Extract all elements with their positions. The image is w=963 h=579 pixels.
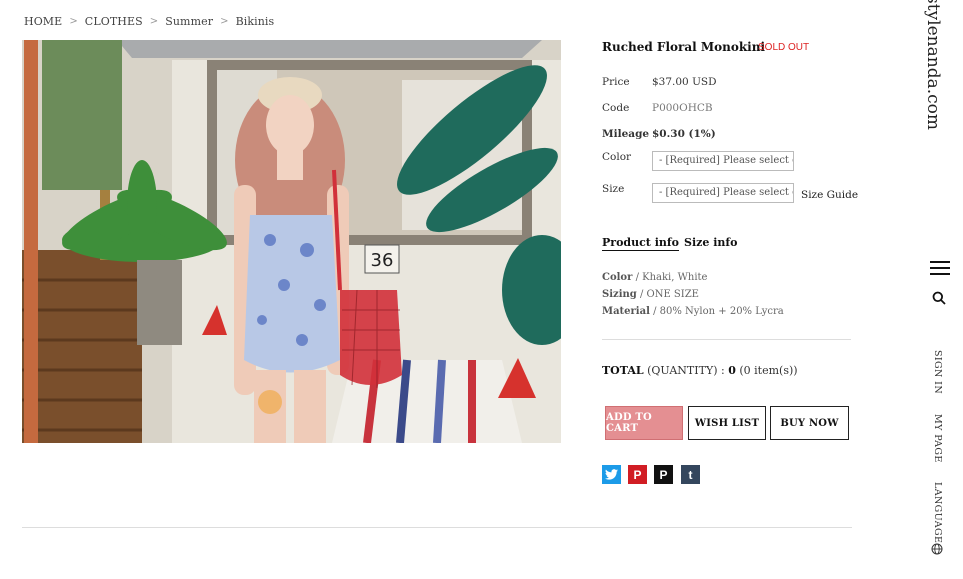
hamburger-menu-icon[interactable] — [930, 261, 950, 275]
color-select[interactable]: - [Required] Please select opt — [652, 151, 794, 171]
my-page-label: MY PAGE — [932, 414, 943, 463]
language-link[interactable]: LANGUAGE — [932, 482, 944, 552]
breadcrumb-summer[interactable]: Summer — [165, 15, 213, 28]
brand-logo[interactable]: stylenanda.com — [923, 0, 945, 130]
tumblr-icon[interactable]: t — [681, 465, 700, 484]
bottom-divider — [22, 527, 852, 528]
size-guide-link[interactable]: Size Guide — [801, 189, 858, 201]
buy-now-button[interactable]: BUY NOW — [770, 406, 849, 440]
info-color: Color / Khaki, White — [602, 272, 707, 283]
chevron-right-icon: > — [220, 16, 229, 27]
tab-product-info[interactable]: Product info — [602, 236, 679, 251]
total-items: (0 item(s)) — [739, 364, 798, 377]
info-sizing: Sizing / ONE SIZE — [602, 289, 699, 300]
price-label: Price — [602, 76, 630, 88]
product-photo[interactable]: 36 — [22, 40, 561, 443]
info-color-label: Color — [602, 272, 633, 283]
search-icon[interactable] — [932, 291, 946, 305]
info-material-label: Material — [602, 306, 650, 317]
tab-size-info[interactable]: Size info — [684, 236, 737, 249]
breadcrumb: HOME > CLOTHES > Summer > Bikinis — [24, 15, 274, 28]
breadcrumb-clothes[interactable]: CLOTHES — [85, 15, 143, 28]
polyvore-icon[interactable]: P — [654, 465, 673, 484]
mileage-value: $0.30 (1%) — [652, 128, 716, 140]
globe-icon[interactable] — [931, 543, 943, 555]
sign-in-link[interactable]: SIGN IN — [932, 350, 944, 420]
total-label: TOTAL — [602, 364, 644, 377]
info-material-value: / 80% Nylon + 20% Lycra — [653, 306, 784, 317]
divider — [602, 339, 851, 340]
chevron-right-icon: > — [69, 16, 78, 27]
trailer-sign-number: 36 — [371, 250, 394, 271]
sold-out-badge: SOLD OUT — [758, 42, 810, 53]
language-label: LANGUAGE — [932, 482, 943, 544]
wish-list-button[interactable]: WISH LIST — [688, 406, 766, 440]
info-sizing-value: / ONE SIZE — [639, 289, 699, 300]
code-value: P000OHCB — [652, 102, 713, 114]
total-quantity-text: (QUANTITY) : — [647, 364, 725, 377]
color-label: Color — [602, 151, 632, 163]
pinterest-icon[interactable]: P — [628, 465, 647, 484]
sign-in-label: SIGN IN — [932, 350, 943, 395]
mileage-label: Mileage — [602, 128, 650, 140]
breadcrumb-home[interactable]: HOME — [24, 15, 62, 28]
twitter-icon[interactable] — [602, 465, 621, 484]
breadcrumb-bikinis[interactable]: Bikinis — [236, 15, 275, 28]
code-label: Code — [602, 102, 630, 114]
chevron-right-icon: > — [149, 16, 159, 27]
brand-name: stylenanda.com — [923, 0, 943, 130]
info-color-value: / Khaki, White — [635, 272, 708, 283]
product-title: Ruched Floral Monokini — [602, 40, 766, 54]
info-sizing-label: Sizing — [602, 289, 637, 300]
size-select[interactable]: - [Required] Please select opt — [652, 183, 794, 203]
my-page-link[interactable]: MY PAGE — [932, 414, 944, 484]
price-value: $37.00 USD — [652, 76, 717, 88]
size-label: Size — [602, 183, 625, 195]
total-quantity: 0 — [728, 364, 736, 377]
add-to-cart-button[interactable]: ADD TO CART — [605, 406, 683, 440]
total-summary: TOTAL (QUANTITY) : 0 (0 item(s)) — [602, 364, 798, 377]
info-material: Material / 80% Nylon + 20% Lycra — [602, 306, 784, 317]
